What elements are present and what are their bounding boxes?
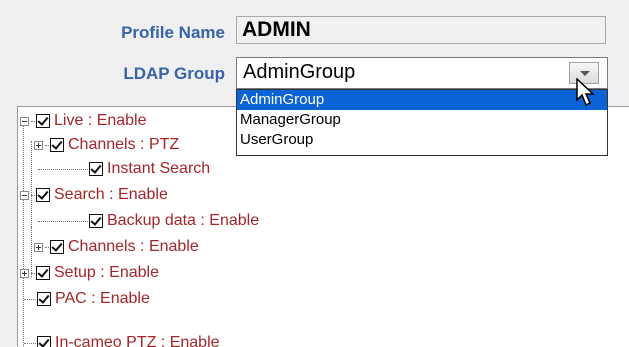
- checkbox-icon[interactable]: [36, 266, 50, 280]
- checkbox-icon[interactable]: [89, 214, 103, 228]
- tree-node-live[interactable]: Live : Enable: [20, 111, 147, 131]
- tree-node-backup-data[interactable]: Backup data : Enable: [38, 211, 259, 231]
- tree-node-label: Channels : PTZ: [68, 136, 180, 153]
- ldap-group-value: AdminGroup: [243, 61, 356, 83]
- tree-node-incameo-ptz[interactable]: In-cameo PTZ : Enable: [24, 333, 220, 347]
- checkbox-icon[interactable]: [50, 138, 64, 152]
- checkbox-icon[interactable]: [37, 336, 51, 347]
- tree-node-channels-ptz[interactable]: Channels : PTZ: [34, 135, 179, 155]
- ldap-group-dropdown-list: AdminGroup ManagerGroup UserGroup: [236, 89, 608, 156]
- tree-node-label: Instant Search: [107, 160, 211, 177]
- tree-node-instant-search[interactable]: Instant Search: [38, 159, 210, 179]
- mouse-cursor-icon: [576, 78, 595, 107]
- expand-icon[interactable]: [34, 242, 43, 252]
- dropdown-option-managergroup[interactable]: ManagerGroup: [237, 110, 607, 130]
- profile-name-label: Profile Name: [121, 23, 225, 42]
- tree-connector: [23, 121, 24, 347]
- tree-node-label: PAC : Enable: [55, 290, 150, 307]
- tree-node-label: Backup data : Enable: [107, 212, 260, 229]
- checkbox-icon[interactable]: [50, 240, 64, 254]
- checkbox-icon[interactable]: [89, 162, 103, 176]
- dropdown-option-usergroup[interactable]: UserGroup: [237, 130, 607, 150]
- tree-node-label: Live : Enable: [54, 112, 147, 129]
- expand-icon[interactable]: [20, 268, 29, 278]
- checkbox-icon[interactable]: [36, 188, 50, 202]
- tree-node-channels-enable[interactable]: Channels : Enable: [34, 237, 199, 257]
- tree-node-label: Search : Enable: [54, 186, 168, 203]
- checkbox-icon[interactable]: [37, 292, 51, 306]
- expand-icon[interactable]: [34, 140, 43, 150]
- chevron-down-icon: [580, 71, 590, 76]
- ldap-group-label: LDAP Group: [123, 64, 225, 83]
- profile-name-field[interactable]: ADMIN: [236, 16, 606, 44]
- tree-node-search[interactable]: Search : Enable: [20, 185, 168, 205]
- ldap-group-select[interactable]: AdminGroup: [236, 57, 608, 89]
- checkbox-icon[interactable]: [36, 114, 50, 128]
- tree-node-label: In-cameo PTZ : Enable: [55, 334, 220, 347]
- tree-node-label: Channels : Enable: [68, 238, 199, 255]
- tree-node-setup[interactable]: Setup : Enable: [20, 263, 159, 283]
- tree-node-label: Setup : Enable: [54, 264, 159, 281]
- collapse-icon[interactable]: [20, 116, 29, 126]
- dropdown-option-admingroup[interactable]: AdminGroup: [237, 90, 607, 110]
- tree-node-pac[interactable]: PAC : Enable: [24, 289, 150, 309]
- collapse-icon[interactable]: [20, 190, 29, 200]
